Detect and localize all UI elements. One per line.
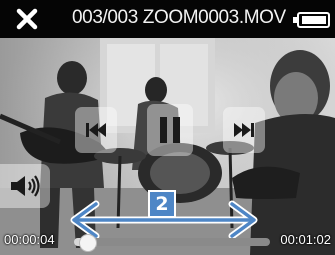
total-time: 00:01:02: [280, 232, 331, 247]
file-title: 003/003 ZOOM0003.MOV: [72, 7, 286, 28]
close-icon: [16, 8, 38, 30]
pause-icon: [160, 117, 180, 143]
seek-thumb[interactable]: [78, 234, 97, 252]
video-player-screen: 003/003 ZOOM0003.MOV 2 00:00:04 00:01:02: [0, 0, 335, 255]
pause-button[interactable]: [147, 104, 193, 156]
battery-indicator: [293, 12, 331, 28]
volume-icon: [11, 175, 40, 197]
annotation-number-badge: 2: [148, 190, 176, 218]
seek-bar[interactable]: [74, 234, 270, 252]
skip-next-icon: [234, 123, 254, 137]
skip-previous-icon: [86, 123, 106, 137]
next-button[interactable]: [223, 107, 265, 153]
current-time: 00:00:04: [4, 232, 55, 247]
previous-button[interactable]: [75, 107, 117, 153]
title-bar: 003/003 ZOOM0003.MOV: [0, 0, 335, 38]
volume-button[interactable]: [0, 164, 50, 208]
close-button[interactable]: [14, 6, 40, 32]
battery-icon: [293, 12, 330, 28]
